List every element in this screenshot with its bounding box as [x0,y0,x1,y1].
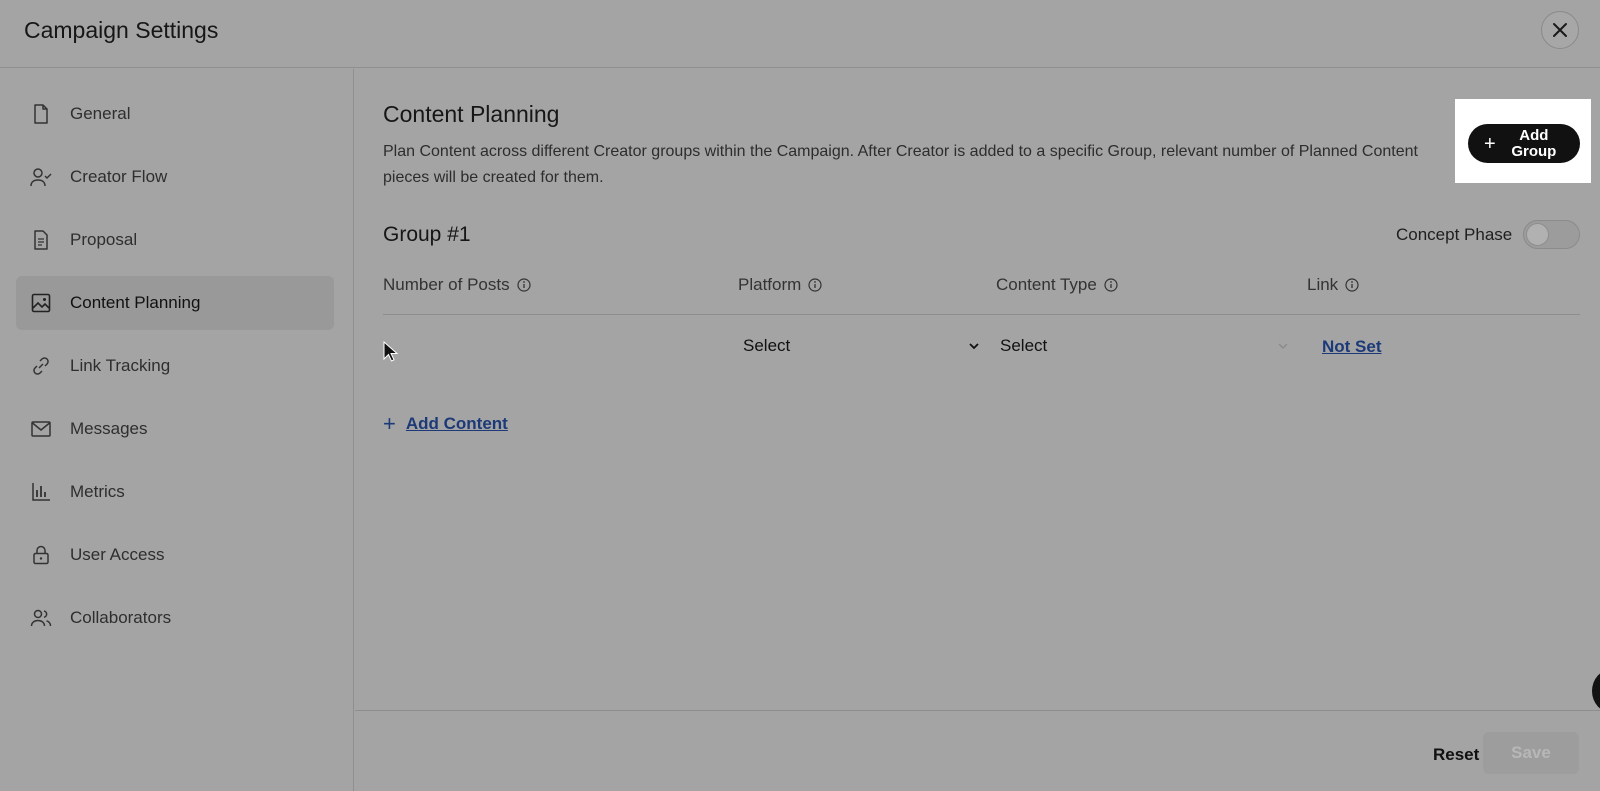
content-type-select[interactable]: Select [1000,331,1290,361]
column-header-platform: Platform [738,275,822,295]
plus-icon: + [383,411,396,436]
plus-icon: + [1484,132,1496,155]
sidebar-item-link-tracking[interactable]: Link Tracking [16,339,334,393]
link-not-set[interactable]: Not Set [1322,337,1382,357]
sidebar-item-metrics[interactable]: Metrics [16,465,334,519]
info-icon[interactable] [1345,278,1359,292]
modal-header: Campaign Settings [0,0,1600,68]
file-icon [30,103,52,125]
add-content-button[interactable]: + Add Content [383,413,508,435]
column-header-content-type: Content Type [996,275,1118,295]
page-description: Plan Content across different Creator gr… [383,143,1418,186]
sidebar-item-creator-flow[interactable]: Creator Flow [16,150,334,204]
sidebar-item-collaborators[interactable]: Collaborators [16,591,334,645]
column-header-label: Content Type [996,275,1097,294]
lock-icon [30,544,52,566]
page-title: Content Planning [383,101,560,127]
sidebar-item-messages[interactable]: Messages [16,402,334,456]
concept-phase-label: Concept Phase [1396,225,1513,244]
settings-sidebar: General Creator Flow Proposal Content Pl… [0,69,354,791]
mail-icon [30,418,52,440]
column-header-label: Platform [738,275,802,294]
sidebar-item-label: Proposal [70,230,138,249]
sidebar-item-label: Link Tracking [70,356,171,375]
column-header-label: Link [1307,275,1339,294]
platform-select-value: Select [743,336,791,355]
sidebar-item-label: Messages [70,419,148,438]
column-header-link: Link [1307,275,1359,295]
content-type-select-value: Select [1000,336,1048,355]
sidebar-item-content-planning[interactable]: Content Planning [16,276,334,330]
reset-button[interactable]: Reset [1433,745,1479,765]
sidebar-item-general[interactable]: General [16,87,334,141]
info-icon[interactable] [517,278,531,292]
footer-divider [355,710,1600,711]
sidebar-item-user-access[interactable]: User Access [16,528,334,582]
content-planning-panel: Content Planning Plan Content across dif… [355,69,1600,791]
close-button[interactable] [1541,11,1579,49]
sidebar-item-label: Metrics [70,482,125,501]
sidebar-item-label: Creator Flow [70,167,168,186]
add-group-highlight: + Add Group [1455,99,1591,183]
chevron-down-icon [969,343,979,350]
add-content-label: Add Content [405,414,508,433]
modal-title: Campaign Settings [24,17,219,43]
toggle-knob [1526,223,1549,246]
column-header-number-of-posts: Number of Posts [383,275,531,295]
mouse-cursor-icon [383,341,399,362]
info-icon[interactable] [808,278,822,292]
link-icon [30,355,52,377]
sidebar-item-label: Content Planning [70,293,201,312]
sidebar-item-label: Collaborators [70,608,172,627]
close-icon [1553,23,1567,37]
sidebar-item-proposal[interactable]: Proposal [16,213,334,267]
column-header-label: Number of Posts [383,275,510,294]
users-icon [30,607,52,629]
group-title: Group #1 [383,223,471,246]
bar-chart-icon [30,481,52,503]
chevron-down-icon [1278,343,1288,349]
image-icon [30,292,52,314]
add-group-label: Add Group [1511,126,1557,160]
document-icon [30,229,52,251]
save-button[interactable]: Save [1483,732,1579,774]
info-icon[interactable] [1104,278,1118,292]
add-group-button[interactable]: + Add Group [1468,124,1580,163]
concept-phase-toggle[interactable] [1523,220,1580,249]
sidebar-item-label: General [70,104,131,123]
platform-select[interactable]: Select [743,331,981,361]
table-header-divider [383,314,1580,315]
sidebar-item-label: User Access [70,545,165,564]
user-check-icon [30,166,52,188]
